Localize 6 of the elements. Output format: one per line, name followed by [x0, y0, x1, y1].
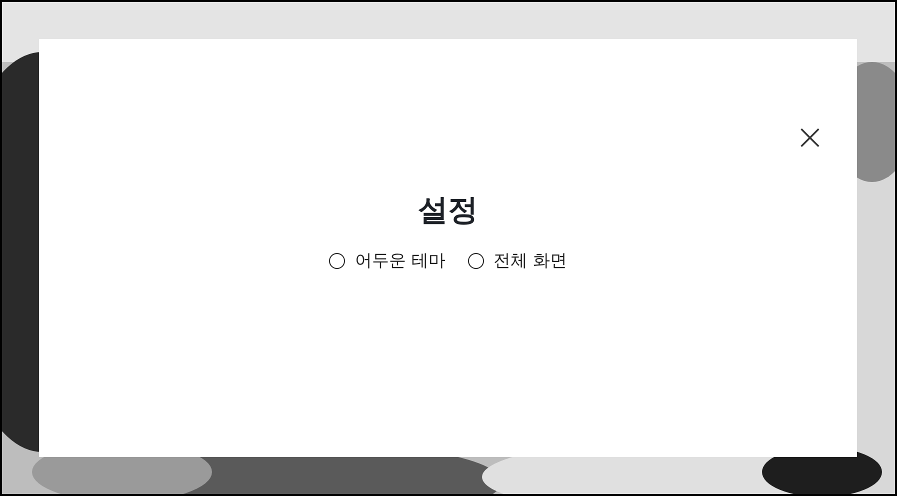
close-button[interactable]: ×: [792, 123, 827, 145]
radio-circle[interactable]: [468, 252, 484, 268]
option-toggle[interactable]: 어두운 테마: [329, 249, 446, 272]
dialog-title: 설정: [417, 192, 479, 230]
radio-circle[interactable]: [329, 252, 346, 268]
option-toggle[interactable]: 전체 화면: [468, 249, 567, 272]
